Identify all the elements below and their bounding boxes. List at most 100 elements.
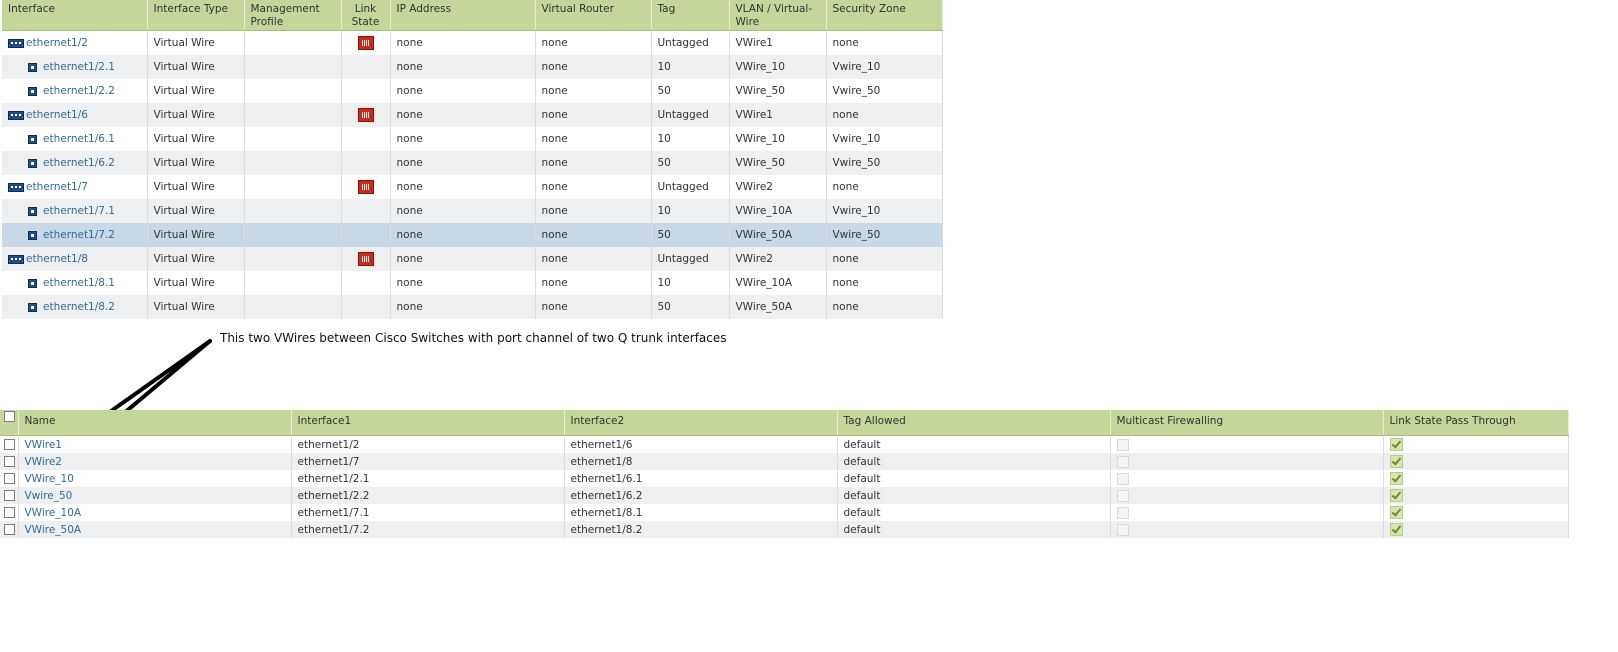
col-header-interface1[interactable]: Interface1 — [291, 410, 565, 436]
interface-link[interactable]: ethernet1/2.1 — [43, 61, 115, 73]
table-row[interactable]: ethernet1/6 Virtual Wire none none Untagged V… — [2, 103, 943, 127]
col-header-interface-type[interactable]: Interface Type — [147, 0, 245, 31]
col-header-management-profile[interactable]: Management Profile — [244, 0, 342, 31]
interface-link[interactable]: ethernet1/8.2 — [43, 301, 115, 313]
interface2-cell: ethernet1/6.2 — [564, 487, 838, 504]
interface-link[interactable]: ethernet1/2 — [26, 37, 88, 49]
interface1-cell: ethernet1/2 — [291, 435, 565, 453]
interface-cell: ethernet1/2.2 — [2, 79, 148, 103]
interface2-cell: ethernet1/6 — [564, 435, 838, 453]
col-header-security-zone[interactable]: Security Zone — [826, 0, 943, 31]
subinterface-icon — [28, 206, 37, 216]
tag-cell: 10 — [651, 127, 730, 151]
col-header-link-state[interactable]: Link State — [341, 0, 391, 31]
table-row[interactable]: Vwire_50 ethernet1/2.2 ethernet1/6.2 defaul… — [0, 487, 1569, 504]
table-row[interactable]: ethernet1/6.1 Virtual Wire none none 10 VWire… — [2, 127, 943, 151]
table-row[interactable]: ethernet1/2.1 Virtual Wire none none 10 VWire… — [2, 55, 943, 79]
multicast-firewalling-checkbox — [1116, 523, 1129, 536]
subinterface-icon — [28, 278, 37, 288]
table-row[interactable]: ethernet1/2 Virtual Wire none none Untagged V… — [2, 30, 943, 55]
col-header-tag[interactable]: Tag — [651, 0, 730, 31]
tag-cell: 10 — [651, 271, 730, 295]
row-select-checkbox[interactable] — [4, 524, 15, 535]
virtual-router-cell: none — [535, 247, 652, 271]
table-row[interactable]: ethernet1/7.2 Virtual Wire none none 50 VWire… — [2, 223, 943, 247]
table-row[interactable]: VWire1 ethernet1/2 ethernet1/6 default — [0, 435, 1569, 453]
link-down-icon[interactable] — [357, 36, 374, 50]
table-row[interactable]: ethernet1/7.1 Virtual Wire none none 10 VWire… — [2, 199, 943, 223]
interface-cell: ethernet1/2 — [2, 30, 148, 55]
link-state-cell — [341, 271, 391, 295]
interface-link[interactable]: ethernet1/6.1 — [43, 133, 115, 145]
row-select-checkbox[interactable] — [4, 473, 15, 484]
table-row[interactable]: VWire2 ethernet1/7 ethernet1/8 default — [0, 453, 1569, 470]
row-select-checkbox[interactable] — [4, 439, 15, 450]
link-state-pass-through-cell — [1383, 504, 1569, 521]
interface-link[interactable]: ethernet1/6.2 — [43, 157, 115, 169]
tag-allowed-cell: default — [837, 504, 1111, 521]
vlan-vwire-cell: VWire_50A — [729, 295, 827, 319]
interface-link[interactable]: ethernet1/8 — [26, 253, 88, 265]
interface-link[interactable]: ethernet1/7 — [26, 181, 88, 193]
interface-cell: ethernet1/6 — [2, 103, 148, 127]
interface-link[interactable]: ethernet1/7.2 — [43, 229, 115, 241]
vwire-name-cell: VWire_50A — [18, 521, 292, 538]
table-row[interactable]: ethernet1/7 Virtual Wire none none Untagged V… — [2, 175, 943, 199]
interface-type-cell: Virtual Wire — [147, 79, 245, 103]
interfaces-header-row: Interface Interface Type Management Prof… — [2, 0, 943, 31]
table-row[interactable]: ethernet1/8.1 Virtual Wire none none 10 VWire… — [2, 271, 943, 295]
row-select-checkbox[interactable] — [4, 490, 15, 501]
interface-link[interactable]: ethernet1/7.1 — [43, 205, 115, 217]
link-down-icon[interactable] — [357, 180, 374, 194]
row-select-checkbox[interactable] — [4, 456, 15, 467]
link-down-icon[interactable] — [357, 252, 374, 266]
management-profile-cell — [244, 199, 342, 223]
table-row[interactable]: VWire_10 ethernet1/2.1 ethernet1/6.1 defaul… — [0, 470, 1569, 487]
vwire-name-link[interactable]: VWire_50A — [25, 524, 82, 536]
security-zone-cell: none — [826, 295, 943, 319]
link-down-icon[interactable] — [357, 108, 374, 122]
vwire-name-link[interactable]: VWire1 — [25, 439, 62, 451]
link-state-cell — [341, 103, 391, 127]
select-all-checkbox[interactable] — [4, 410, 15, 422]
col-header-interface[interactable]: Interface — [2, 0, 148, 31]
table-row[interactable]: ethernet1/8.2 Virtual Wire none none 50 VWire… — [2, 295, 943, 319]
interface-link[interactable]: ethernet1/8.1 — [43, 277, 115, 289]
table-row[interactable]: ethernet1/6.2 Virtual Wire none none 50 VWire… — [2, 151, 943, 175]
interface-link[interactable]: ethernet1/2.2 — [43, 85, 115, 97]
col-header-ip-address[interactable]: IP Address — [390, 0, 536, 31]
col-header-tag-allowed[interactable]: Tag Allowed — [837, 410, 1111, 436]
col-header-interface2[interactable]: Interface2 — [564, 410, 838, 436]
row-select-checkbox[interactable] — [4, 507, 15, 518]
multicast-firewalling-cell — [1110, 504, 1384, 521]
ip-address-cell: none — [390, 79, 536, 103]
table-row[interactable]: VWire_10A ethernet1/7.1 ethernet1/8.1 defau… — [0, 504, 1569, 521]
vwire-name-cell: VWire_10A — [18, 504, 292, 521]
link-state-cell — [341, 127, 391, 151]
interface1-cell: ethernet1/2.1 — [291, 470, 565, 487]
col-header-virtual-router[interactable]: Virtual Router — [535, 0, 652, 31]
table-row[interactable]: ethernet1/2.2 Virtual Wire none none 50 VWire… — [2, 79, 943, 103]
vwire-header-row: Name Interface1 Interface2 Tag Allowed M… — [0, 410, 1569, 436]
vwire-name-link[interactable]: Vwire_50 — [25, 490, 73, 502]
col-header-name[interactable]: Name — [18, 410, 292, 436]
col-header-multicast-firewalling[interactable]: Multicast Firewalling — [1110, 410, 1384, 436]
security-zone-cell: Vwire_50 — [826, 79, 943, 103]
table-row[interactable]: ethernet1/8 Virtual Wire none none Untagged V… — [2, 247, 943, 271]
interface-link[interactable]: ethernet1/6 — [26, 109, 88, 121]
ip-address-cell: none — [390, 271, 536, 295]
virtual-router-cell: none — [535, 127, 652, 151]
col-header-vlan-virtual-wire[interactable]: VLAN / Virtual-Wire — [729, 0, 827, 31]
vwire-name-link[interactable]: VWire2 — [25, 456, 62, 468]
vwire-name-link[interactable]: VWire_10A — [25, 507, 82, 519]
vwire-name-link[interactable]: VWire_10 — [25, 473, 74, 485]
tag-cell: 50 — [651, 223, 730, 247]
interface-cell: ethernet1/8.2 — [2, 295, 148, 319]
interface-cell: ethernet1/6.1 — [2, 127, 148, 151]
ip-address-cell: none — [390, 127, 536, 151]
tag-cell: Untagged — [651, 30, 730, 55]
virtual-wires-table-body: VWire1 ethernet1/2 ethernet1/6 default VWire… — [0, 435, 1569, 538]
select-all-header — [0, 410, 19, 436]
col-header-link-state-pass-through[interactable]: Link State Pass Through — [1383, 410, 1569, 436]
table-row[interactable]: VWire_50A ethernet1/7.2 ethernet1/8.2 defau… — [0, 521, 1569, 538]
